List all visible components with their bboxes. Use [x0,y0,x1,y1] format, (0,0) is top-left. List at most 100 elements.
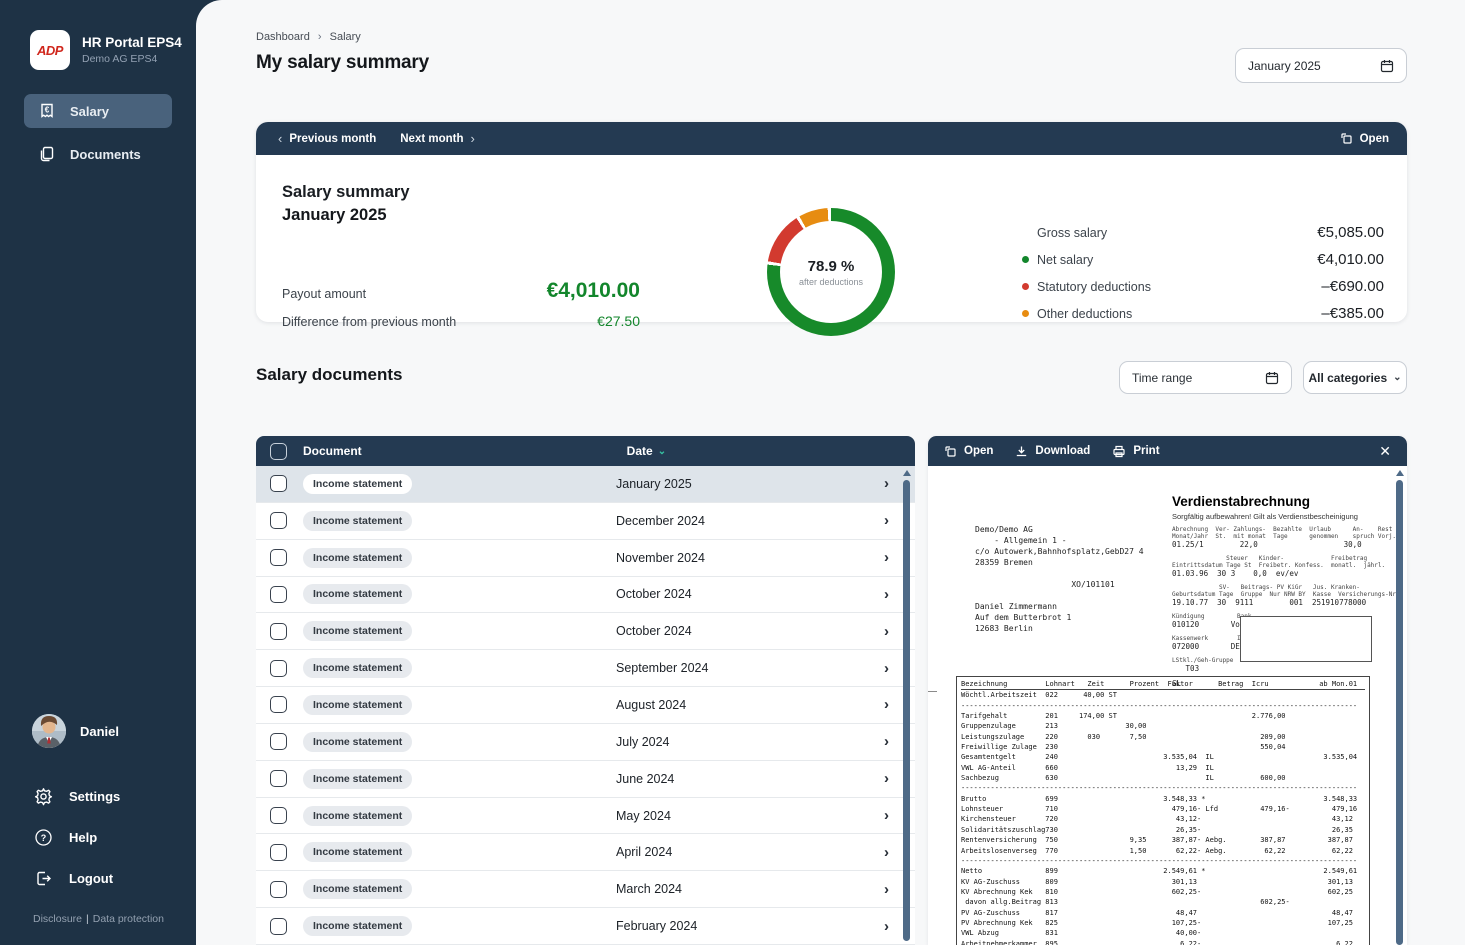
document-preview-panel: Open Download [928,436,1407,945]
sidebar-nav: € Salary Documents [0,94,196,171]
table-header: Document Date ⌄ [256,436,915,466]
table-row[interactable]: Income statementJanuary 2025› [256,466,915,503]
legend-label: Other deductions [1037,307,1132,321]
app-root: ADP HR Portal EPS4 Demo AG EPS4 € Salary [0,0,1465,945]
table-row[interactable]: Income statementJune 2024› [256,761,915,798]
chevron-right-icon[interactable]: › [884,844,889,861]
table-row[interactable]: Income statementDecember 2024› [256,503,915,540]
scroll-up-arrow[interactable] [1396,470,1404,476]
row-checkbox[interactable] [270,844,287,861]
legend-value: –€385.00 [1321,305,1384,322]
row-checkbox[interactable] [270,549,287,566]
payslip-address-block: Demo/Demo AG - Allgemein 1 -c/o Autowerk… [975,524,1144,634]
chevron-right-icon[interactable]: › [884,512,889,529]
column-date[interactable]: Date [627,444,653,458]
download-label: Download [1035,445,1090,457]
document-date: March 2024 [616,882,682,896]
chevron-right-icon[interactable]: › [884,696,889,713]
brand-title: HR Portal EPS4 [82,35,182,50]
legend-row: Net salary€4,010.00 [1022,246,1384,273]
table-row[interactable]: Income statement March 2024 › [256,871,915,908]
sidebar-item-salary[interactable]: € Salary [24,94,172,128]
chevron-right-icon[interactable]: › [884,623,889,640]
document-date: April 2024 [616,845,672,859]
table-row[interactable]: Income statementSeptember 2024› [256,650,915,687]
settings-button[interactable]: Settings [0,776,196,817]
chevron-right-icon: › [471,131,475,146]
legend-value: €5,085.00 [1317,224,1384,241]
payslip-table: Bezeichnung Lohnart Zeit Prozent Faktor … [956,676,1370,945]
page-title: My salary summary [256,52,429,74]
table-row[interactable]: Income statementApril 2024› [256,834,915,871]
row-checkbox[interactable] [270,623,287,640]
difference-label: Difference from previous month [282,315,456,329]
chevron-right-icon[interactable]: › [884,475,889,492]
preview-scrollbar [1396,470,1404,945]
breadcrumb: Dashboard › Salary [256,31,361,43]
table-row[interactable]: Income statementMay 2024› [256,798,915,835]
open-document-button[interactable]: Open [944,445,993,458]
month-picker[interactable]: January 2025 [1235,48,1407,83]
table-row[interactable]: Income statementNovember 2024› [256,540,915,577]
table-row[interactable]: Income statementJuly 2024› [256,724,915,761]
legend-row: Statutory deductions–€690.00 [1022,273,1384,300]
document-type-badge: Income statement [303,732,412,752]
row-checkbox[interactable] [270,696,287,713]
row-checkbox[interactable] [270,807,287,824]
row-checkbox[interactable] [270,512,287,529]
summary-card-toolbar: ‹ Previous month Next month › Open [256,122,1407,155]
chevron-right-icon[interactable]: › [884,770,889,787]
legal-links: Disclosure|Data protection [0,899,196,933]
legend-dot-icon [1022,310,1029,317]
table-row[interactable]: Income statementOctober 2024› [256,613,915,650]
breadcrumb-dashboard[interactable]: Dashboard [256,31,310,43]
documents-table: Document Date ⌄ Income statementJanuary … [256,436,915,945]
document-type-badge: Income statement [303,806,412,826]
user-row[interactable]: Daniel [0,714,196,748]
close-icon[interactable]: ✕ [1379,443,1391,460]
chevron-right-icon[interactable]: › [884,660,889,677]
chevron-right-icon[interactable]: › [884,586,889,603]
data-protection-link[interactable]: Data protection [93,913,164,925]
documents-icon [38,145,56,163]
time-range-filter[interactable]: Time range [1119,361,1292,394]
table-row[interactable]: Income statementFebruary 2024› [256,908,915,945]
document-type-badge: Income statement [303,879,412,899]
row-checkbox[interactable] [270,586,287,603]
open-summary-button[interactable]: Open [1340,132,1389,145]
chevron-right-icon[interactable]: › [884,807,889,824]
download-button[interactable]: Download [1015,445,1090,458]
legal-separator: | [82,913,93,925]
help-button[interactable]: ? Help [0,817,196,858]
category-filter[interactable]: All categories ⌄ [1303,361,1407,394]
row-checkbox[interactable] [270,660,287,677]
logout-label: Logout [69,871,113,886]
chevron-right-icon[interactable]: › [884,918,889,935]
scroll-up-arrow[interactable] [903,470,911,476]
open-document-label: Open [964,445,993,457]
next-month-button[interactable]: Next month › [400,131,475,146]
preview-scrollbar-thumb[interactable] [1396,480,1403,945]
previous-month-button[interactable]: ‹ Previous month [278,131,376,146]
chevron-right-icon[interactable]: › [884,881,889,898]
row-checkbox[interactable] [270,475,287,492]
disclosure-link[interactable]: Disclosure [33,913,82,925]
row-checkbox[interactable] [270,918,287,935]
logout-icon [34,869,53,888]
download-icon [1015,445,1028,458]
sidebar-item-documents[interactable]: Documents [24,137,172,171]
sort-desc-icon[interactable]: ⌄ [658,446,666,457]
chevron-right-icon[interactable]: › [884,733,889,750]
table-row[interactable]: Income statementOctober 2024› [256,577,915,614]
row-checkbox[interactable] [270,881,287,898]
print-button[interactable]: Print [1112,445,1159,458]
table-row[interactable]: Income statementAugust 2024› [256,687,915,724]
calendar-icon [1380,59,1394,73]
chevron-right-icon[interactable]: › [884,549,889,566]
row-checkbox[interactable] [270,733,287,750]
select-all-checkbox[interactable] [270,443,287,460]
row-checkbox[interactable] [270,770,287,787]
payout-amount-label: Payout amount [282,287,366,301]
logout-button[interactable]: Logout [0,858,196,899]
table-scrollbar-thumb[interactable] [903,480,910,941]
